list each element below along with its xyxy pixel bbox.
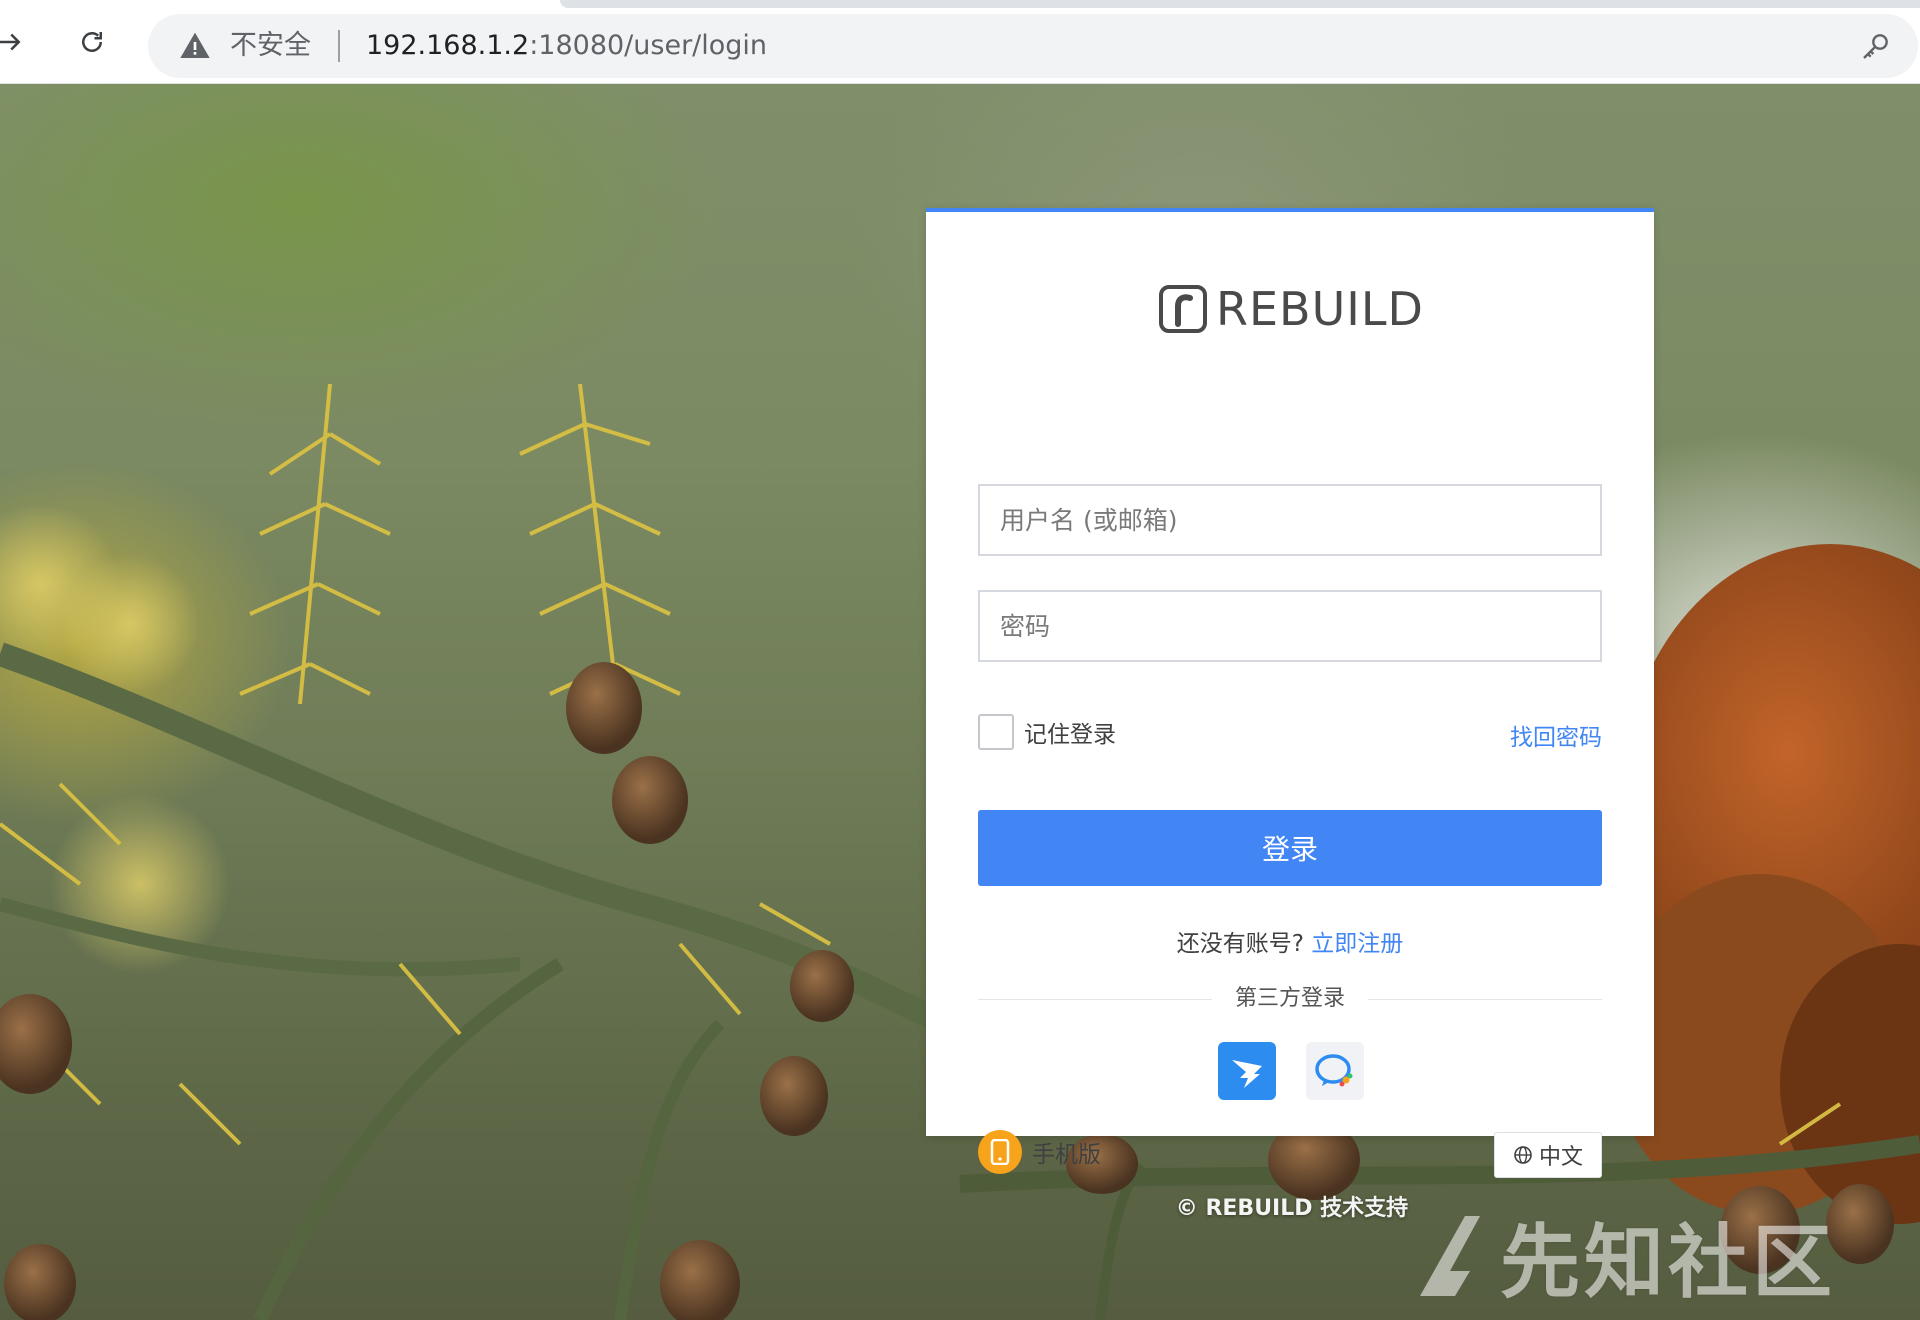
- omnibox-separator: [338, 30, 340, 62]
- login-page-background: REBUILD 记住登录 找回密码 登录 还没有账号? 立即注册 第三方登录: [0, 84, 1920, 1320]
- reload-icon[interactable]: [72, 22, 112, 62]
- third-party-divider: 第三方登录: [978, 984, 1602, 1014]
- browser-toolbar: 不安全 192.168.1.2:18080/user/login: [0, 0, 1920, 84]
- watermark-text: 先知社区: [1500, 1216, 1836, 1309]
- key-icon[interactable]: [1860, 30, 1892, 62]
- url-host: 192.168.1.2: [366, 30, 530, 61]
- language-switcher[interactable]: 中文: [1494, 1132, 1602, 1178]
- remember-checkbox[interactable]: [978, 714, 1014, 750]
- username-input[interactable]: [978, 484, 1602, 556]
- brand-logo: REBUILD: [1158, 280, 1424, 338]
- rebuild-logo-icon: [1159, 285, 1207, 333]
- password-input[interactable]: [978, 590, 1602, 662]
- signup-link[interactable]: 立即注册: [1311, 931, 1403, 957]
- mobile-phone-icon: [978, 1130, 1022, 1174]
- mobile-label[interactable]: 手机版: [1032, 1135, 1101, 1169]
- signup-row: 还没有账号? 立即注册: [926, 924, 1654, 958]
- forgot-password-link[interactable]: 找回密码: [1510, 718, 1602, 752]
- tab-strip: [560, 0, 1920, 8]
- remember-login[interactable]: 记住登录: [978, 714, 1116, 750]
- address-bar[interactable]: 不安全 192.168.1.2:18080/user/login: [148, 14, 1918, 78]
- wechat-work-icon[interactable]: [1306, 1042, 1364, 1100]
- language-label[interactable]: 中文: [1539, 1139, 1583, 1171]
- url-path: :18080/user/login: [529, 30, 768, 61]
- remember-label[interactable]: 记住登录: [1024, 715, 1116, 749]
- divider-line: [1368, 999, 1602, 1000]
- no-account-text: 还没有账号?: [1176, 931, 1304, 957]
- forward-arrow-icon[interactable]: [0, 22, 30, 62]
- login-button[interactable]: 登录: [978, 810, 1602, 886]
- warning-triangle-icon[interactable]: [178, 30, 212, 62]
- watermark-logo-icon: [1420, 1216, 1480, 1296]
- mobile-version-link[interactable]: 手机版: [978, 1130, 1101, 1174]
- watermark: 先知社区: [1410, 1198, 1836, 1314]
- insecure-label[interactable]: 不安全: [230, 29, 311, 63]
- dingtalk-icon[interactable]: [1218, 1042, 1276, 1100]
- login-card: REBUILD 记住登录 找回密码 登录 还没有账号? 立即注册 第三方登录: [926, 208, 1654, 1178]
- url-text[interactable]: 192.168.1.2:18080/user/login: [366, 29, 767, 63]
- globe-icon: [1514, 1146, 1532, 1164]
- brand-name: REBUILD: [1216, 282, 1424, 336]
